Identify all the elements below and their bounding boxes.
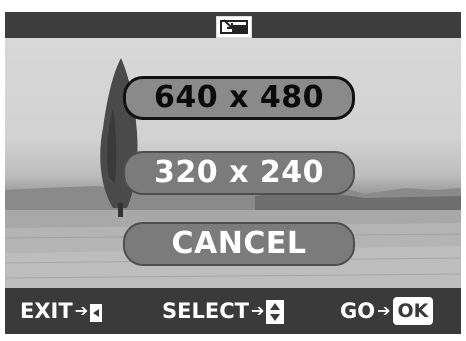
cancel-button[interactable]: CANCEL — [123, 222, 355, 266]
up-down-key-icon — [266, 300, 285, 324]
resize-arrow-icon — [223, 19, 233, 29]
select-label: SELECT — [162, 299, 249, 323]
select-hint: SELECT ➔ — [162, 296, 285, 326]
camera-screen: 640 x 480 320 x 240 CANCEL EXIT ➔ SELECT ➔… — [0, 0, 466, 341]
go-label: GO — [340, 299, 376, 323]
exit-hint: EXIT ➔ — [20, 296, 103, 326]
right-arrow-icon: ➔ — [377, 301, 391, 320]
go-hint: GO ➔ OK — [340, 296, 434, 326]
resize-icon — [216, 16, 252, 38]
ok-key-icon: OK — [392, 297, 434, 325]
right-arrow-icon: ➔ — [250, 301, 265, 320]
exit-label: EXIT — [20, 299, 73, 323]
back-key-icon — [90, 304, 103, 322]
option-640x480-button[interactable]: 640 x 480 — [123, 76, 355, 120]
option-320x240-button[interactable]: 320 x 240 — [123, 151, 355, 195]
right-arrow-icon: ➔ — [74, 301, 89, 320]
